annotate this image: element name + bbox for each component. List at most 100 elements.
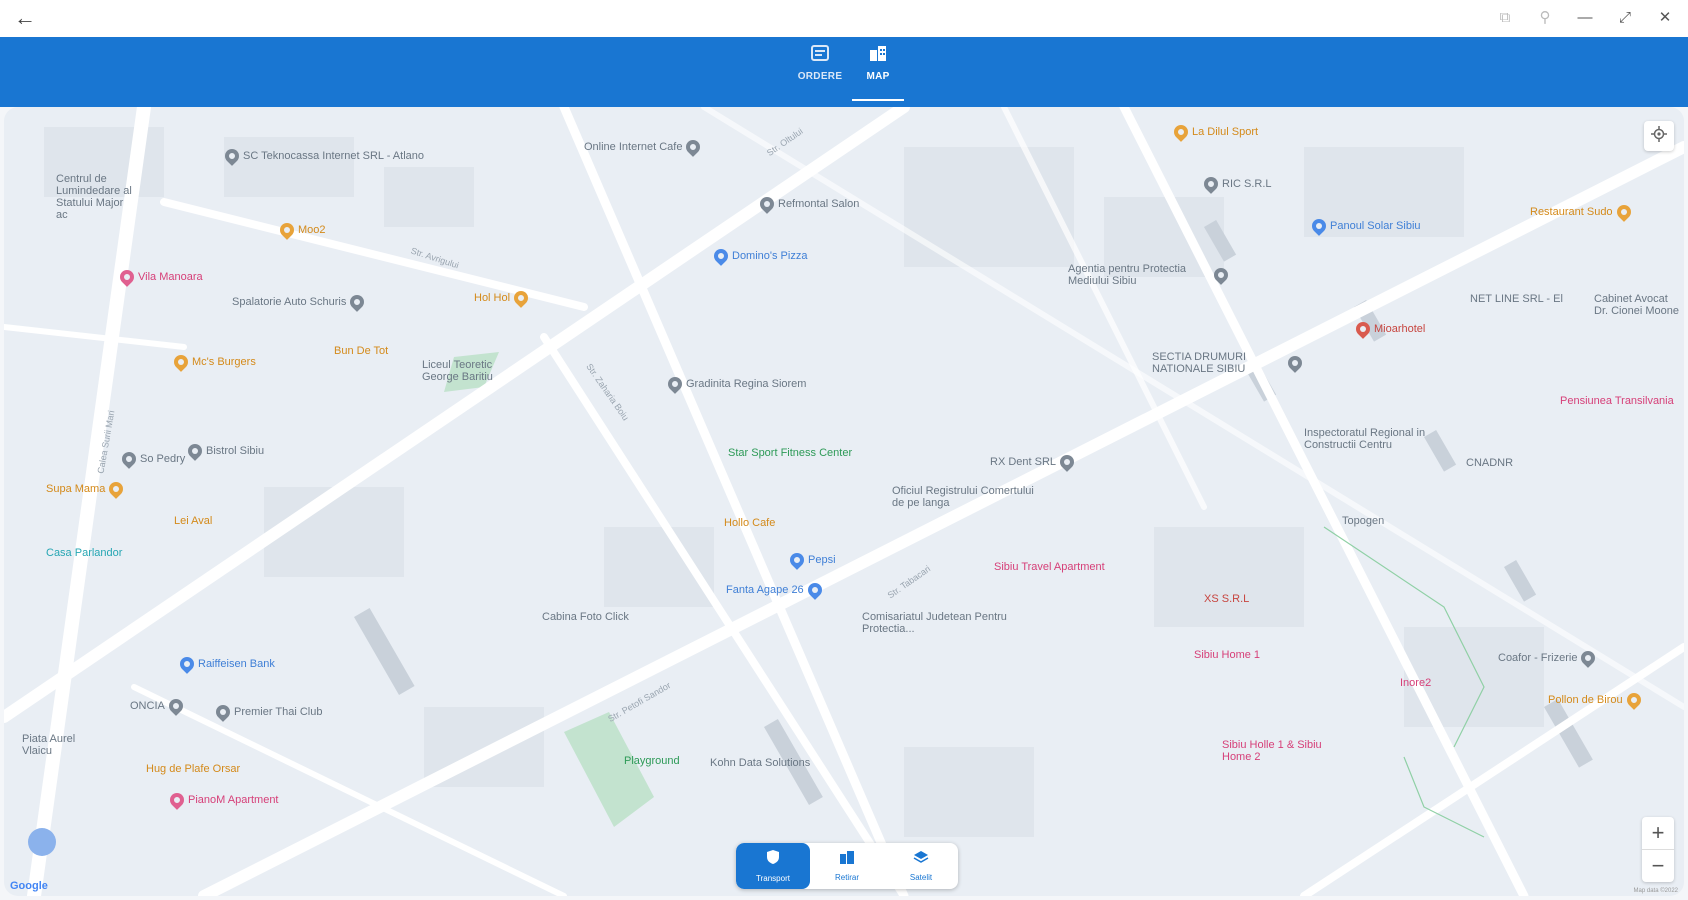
poi-mcs-burgers[interactable]: Mc's Burgers <box>171 352 256 372</box>
poi-gradinita[interactable]: Gradinita Regina Siorem <box>665 374 806 394</box>
poi-vila-manoara[interactable]: Vila Manoara <box>117 267 203 287</box>
poi-pianom[interactable]: PianoM Apartment <box>167 790 279 810</box>
poi-liceul[interactable]: Liceul Teoretic George Baritiu <box>422 359 522 383</box>
poi-kohn-data[interactable]: Kohn Data Solutions <box>710 757 810 769</box>
segment-satelit[interactable]: Satelit <box>884 843 958 889</box>
tab-map[interactable]: MAP <box>850 43 906 101</box>
poi-moo2[interactable]: Moo2 <box>277 220 326 240</box>
park-area <box>564 712 654 827</box>
poi-comisariatul[interactable]: Comisariatul Judetean Pentru Protectia..… <box>862 611 1012 635</box>
zoom-in-button[interactable]: + <box>1642 817 1674 849</box>
poi-restaurant-sudo[interactable]: Restaurant Sudo <box>1530 202 1634 222</box>
poi-sibiu-home-1[interactable]: Sibiu Home 1 <box>1194 649 1260 661</box>
tab-orders[interactable]: ORDERE <box>792 43 848 101</box>
poi-premier-thai[interactable]: Premier Thai Club <box>213 702 322 722</box>
map-pin-icon <box>683 137 704 157</box>
map-background <box>4 107 1684 896</box>
map-pin-icon <box>1578 648 1599 668</box>
google-logo: Google <box>10 880 48 892</box>
map-pin-icon <box>117 267 137 287</box>
poi-cnadnr[interactable]: CNADNR <box>1466 457 1513 469</box>
zoom-controls: + − <box>1642 817 1674 882</box>
poi-oficiul-registrului[interactable]: Oficiul Registrului Comertului de pe lan… <box>892 485 1042 509</box>
buildings-icon <box>839 850 855 869</box>
segment-retirar[interactable]: Retirar <box>810 843 884 889</box>
poi-xs-srl[interactable]: XS S.R.L <box>1204 593 1249 605</box>
map-pin-icon <box>1613 202 1634 222</box>
minimize-icon[interactable]: — <box>1572 6 1598 30</box>
poi-mioarhotel[interactable]: Mioarhotel <box>1353 319 1425 339</box>
restore-icon[interactable]: ⤢ <box>1612 6 1638 30</box>
poi-topogen[interactable]: Topogen <box>1342 515 1384 527</box>
tab-map-label: MAP <box>866 71 890 82</box>
poi-refmontal[interactable]: Refmontal Salon <box>757 194 859 214</box>
map-view[interactable]: SC Teknocassa Internet SRL - Atlano Onli… <box>4 107 1684 896</box>
poi-teknocassa[interactable]: SC Teknocassa Internet SRL - Atlano <box>222 146 424 166</box>
pin-icon[interactable]: ⚲ <box>1532 6 1558 30</box>
copy-icon[interactable]: ⧉ <box>1492 6 1518 30</box>
poi-bun-de-tot[interactable]: Bun De Tot <box>334 345 388 357</box>
poi-casa-parlandor[interactable]: Casa Parlandor <box>46 547 122 559</box>
shield-icon <box>766 849 780 870</box>
poi-spalatorie[interactable]: Spalatorie Auto Schuris <box>232 292 368 312</box>
close-icon[interactable]: ✕ <box>1652 6 1678 30</box>
poi-agentia-mediu[interactable]: Agentia pentru Protectia Mediului Sibiu <box>1068 263 1231 287</box>
map-pin-icon <box>1285 353 1305 373</box>
window-controls: ⧉ ⚲ — ⤢ ✕ <box>1492 6 1678 30</box>
poi-cabina-foto[interactable]: Cabina Foto Click <box>542 611 629 623</box>
poi-coafor[interactable]: Coafor - Frizerie <box>1498 648 1599 668</box>
poi-star-sport[interactable]: Star Sport Fitness Center <box>728 447 852 459</box>
poi-lei-aval[interactable]: Lei Aval <box>174 515 212 527</box>
poi-inspectoratul[interactable]: Inspectoratul Regional in Constructii Ce… <box>1304 427 1444 451</box>
locate-button[interactable] <box>1644 121 1674 151</box>
map-pin-icon <box>1353 319 1373 339</box>
poi-raiffeisen[interactable]: Raiffeisen Bank <box>177 654 275 674</box>
map-data-attribution: Map data ©2022 <box>1633 888 1678 894</box>
title-bar: ← ⧉ ⚲ — ⤢ ✕ <box>0 0 1688 38</box>
poi-panoul-solar[interactable]: Panoul Solar Sibiu <box>1309 216 1421 236</box>
map-pin-icon <box>213 702 233 722</box>
poi-rx-dent[interactable]: RX Dent SRL <box>990 452 1077 472</box>
poi-cabinet-avocat[interactable]: Cabinet Avocat Dr. Cionei Moone <box>1594 293 1680 317</box>
poi-sectia-drumuri[interactable]: SECTIA DRUMURI NATIONALE SIBIU <box>1152 351 1305 375</box>
poi-inore2[interactable]: Inore2 <box>1400 677 1431 689</box>
map-pin-icon <box>1057 452 1077 472</box>
map-pin-icon <box>1211 265 1231 285</box>
poi-net-line[interactable]: NET LINE SRL - El <box>1470 293 1563 305</box>
layers-icon <box>913 850 929 869</box>
poi-hol-hol[interactable]: Hol Hol <box>474 288 531 308</box>
back-arrow-icon[interactable]: ← <box>12 6 38 30</box>
poi-hollo-cafe[interactable]: Hollo Cafe <box>724 517 775 529</box>
crosshair-icon <box>1651 125 1667 147</box>
map-pin-icon <box>1309 216 1329 236</box>
map-pin-icon <box>804 580 825 600</box>
poi-bistrol[interactable]: Bistrol Sibiu <box>185 441 264 461</box>
segment-transport[interactable]: Transport <box>736 843 810 889</box>
map-pin-icon <box>185 441 205 461</box>
map-pin-icon <box>511 288 531 308</box>
poi-piata-aurel-vlaicu[interactable]: Piata Aurel Vlaicu <box>22 733 92 757</box>
poi-hug-de-plafe[interactable]: Hug de Plafe Orsar <box>146 763 240 775</box>
map-pin-icon <box>787 550 807 570</box>
poi-supa-mama[interactable]: Supa Mama <box>46 479 127 499</box>
map-pin-icon <box>711 246 731 266</box>
poi-so-pedry[interactable]: So Pedry <box>119 449 185 469</box>
poi-pepsi[interactable]: Pepsi <box>787 550 836 570</box>
poi-sibiu-holle[interactable]: Sibiu Holle 1 & Sibiu Home 2 <box>1222 739 1352 763</box>
poi-online-internet[interactable]: Online Internet Cafe <box>584 137 704 157</box>
poi-ric[interactable]: RIC S.R.L <box>1201 174 1272 194</box>
zoom-out-button[interactable]: − <box>1642 850 1674 882</box>
current-location-dot <box>28 828 56 856</box>
poi-oncia[interactable]: ONCIA <box>130 696 186 716</box>
poi-playground[interactable]: Playground <box>624 755 680 767</box>
poi-dominos[interactable]: Domino's Pizza <box>711 246 807 266</box>
map-pin-icon <box>119 449 139 469</box>
map-pin-icon <box>167 790 187 810</box>
poi-centrul[interactable]: Centrul de Lumindedare al Statului Major… <box>56 173 136 221</box>
poi-pollon[interactable]: Pollon de Birou <box>1548 690 1644 710</box>
poi-la-dilul-sport[interactable]: La Dilul Sport <box>1171 122 1258 142</box>
poi-pensiunea[interactable]: Pensiunea Transilvania <box>1560 395 1674 407</box>
orders-icon <box>809 43 831 63</box>
poi-fanta-agape[interactable]: Fanta Agape 26 <box>726 580 825 600</box>
poi-sibiu-travel[interactable]: Sibiu Travel Apartment <box>994 561 1105 573</box>
